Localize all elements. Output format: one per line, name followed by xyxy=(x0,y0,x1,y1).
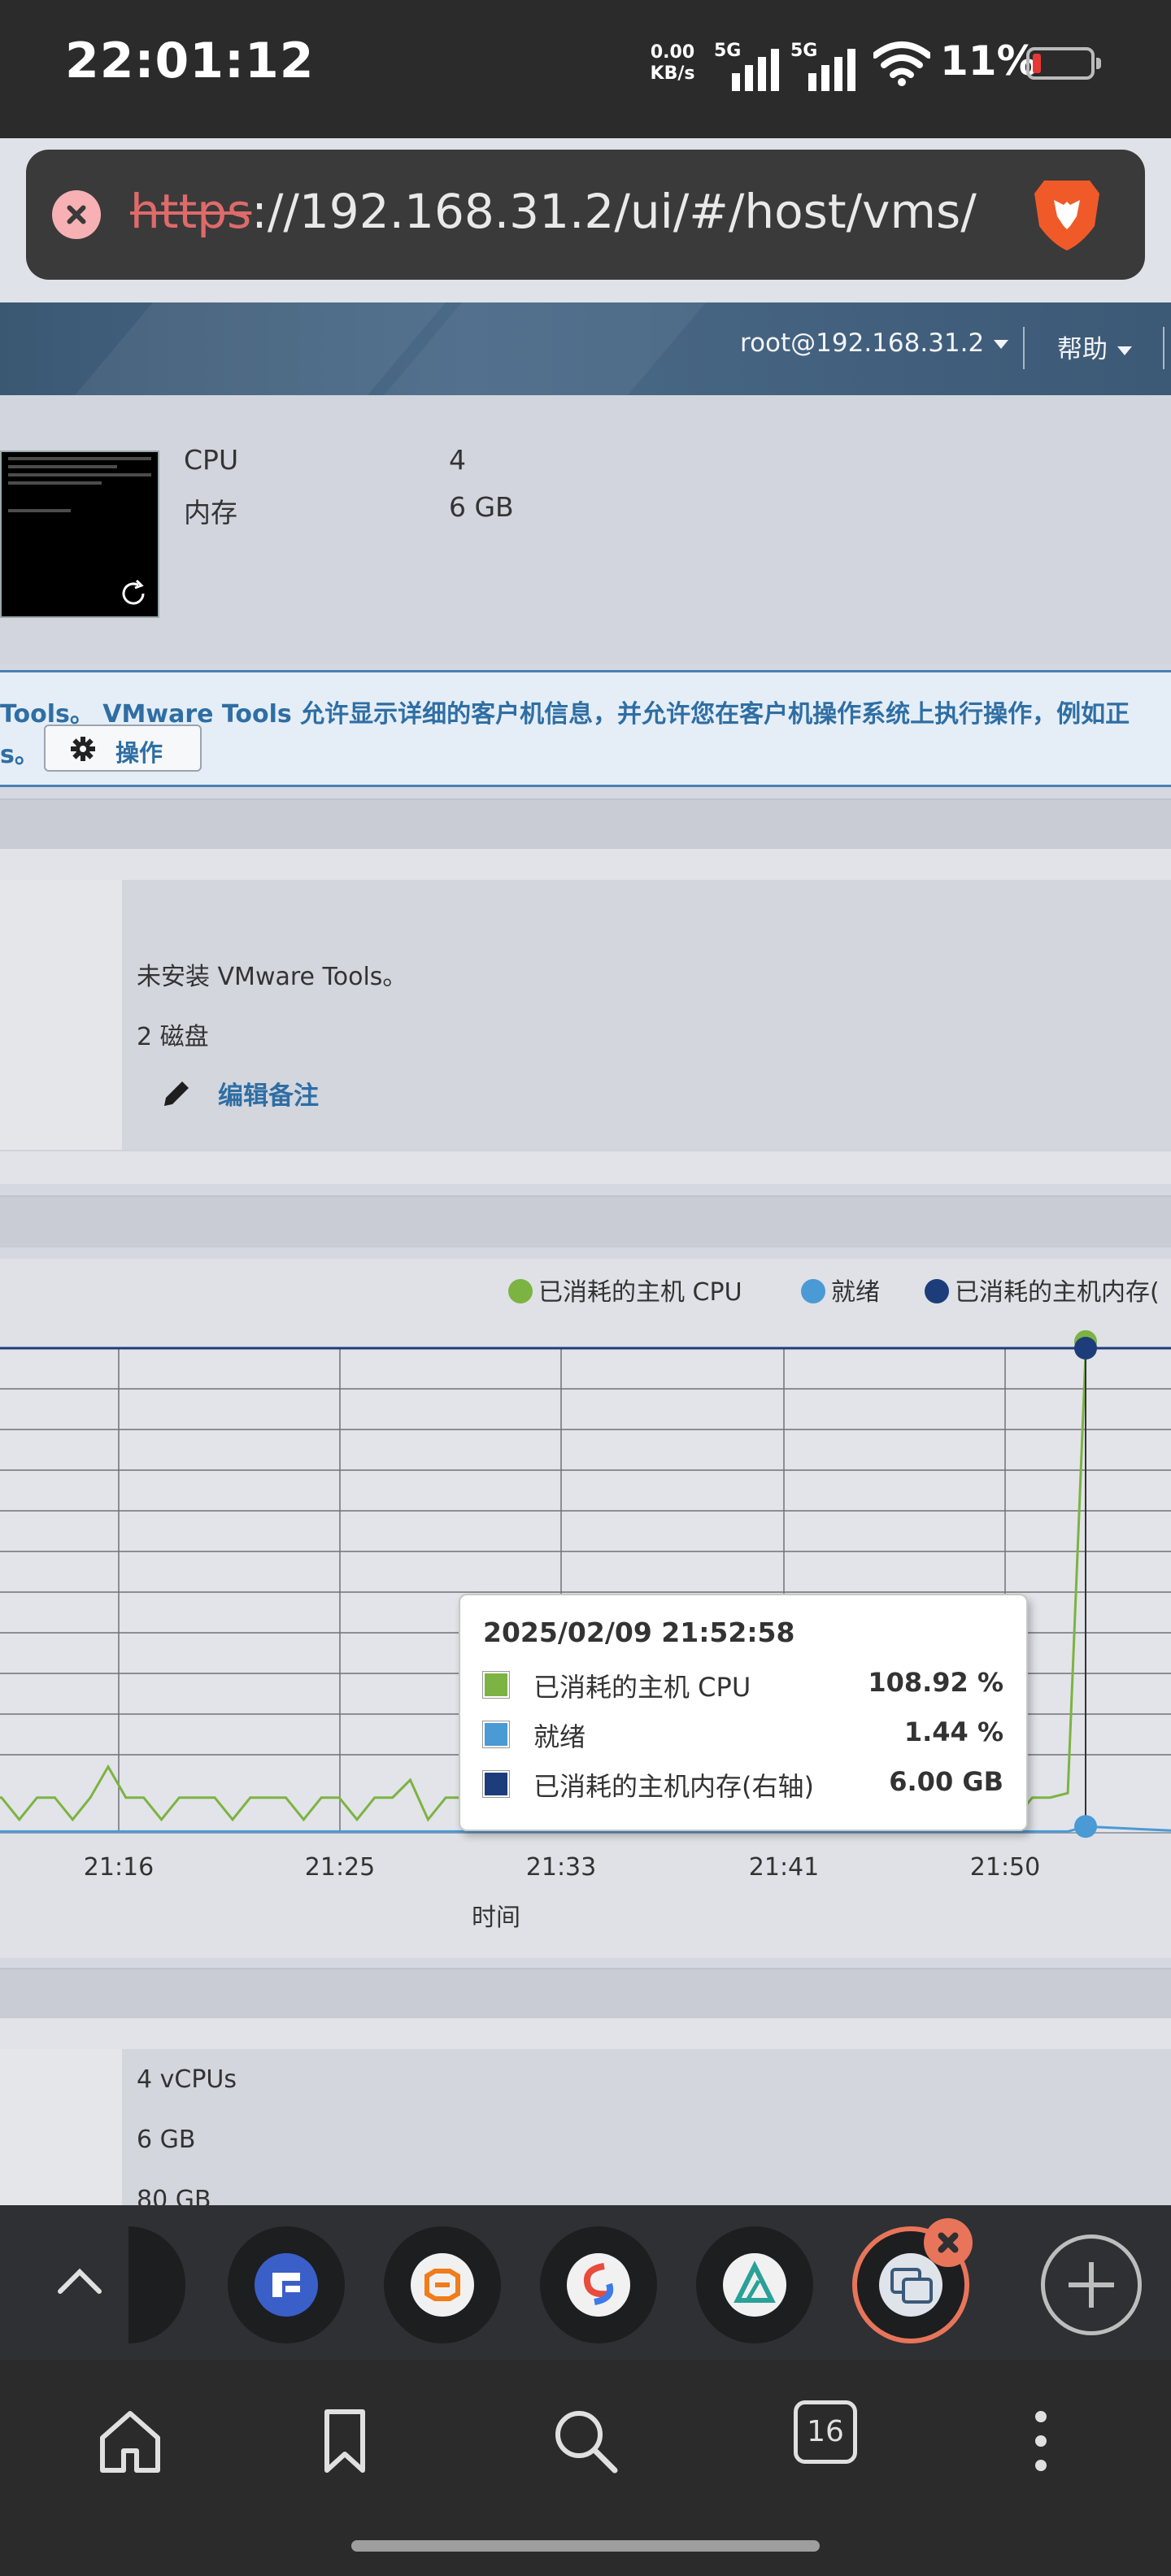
tab-thumbnail[interactable] xyxy=(540,2226,657,2343)
tab-thumbnail[interactable] xyxy=(228,2226,345,2343)
user-menu[interactable]: root@192.168.31.2 xyxy=(740,329,1009,358)
new-tab-button[interactable] xyxy=(1041,2234,1142,2335)
hardware-row: 4 vCPUs xyxy=(0,2049,1171,2111)
header-divider xyxy=(1163,327,1164,369)
section-header xyxy=(0,798,1171,851)
tab-thumbnail[interactable] xyxy=(384,2226,501,2343)
gear-icon xyxy=(71,737,95,761)
edit-notes-link[interactable]: 编辑备注 xyxy=(218,1075,319,1112)
x-tick-label: 21:33 xyxy=(526,1853,596,1882)
vmware-tools-banner: Tools。 VMware Tools 允许显示详细的客户机信息，并允许您在客户… xyxy=(0,670,1171,787)
legend-swatch xyxy=(482,1721,510,1748)
memory-label: 内存 xyxy=(184,497,237,529)
section-header xyxy=(0,1968,1171,2020)
x-axis-label: 时间 xyxy=(472,1904,520,1932)
more-menu-icon[interactable] xyxy=(1000,2400,1082,2482)
legend-label: 已消耗的主机 CPU xyxy=(538,1278,742,1307)
legend-marker xyxy=(508,1279,533,1303)
info-row: 未安装 VMware Tools。 xyxy=(0,940,1171,1002)
legend-label: 已消耗的主机内存( xyxy=(955,1278,1160,1307)
tooltip-timestamp: 2025/02/09 21:52:58 xyxy=(483,1617,795,1648)
tooltip-row-ready: 就绪 1.44 % xyxy=(482,1715,1003,1756)
esxi-header: root@192.168.31.2 帮助 xyxy=(0,302,1171,395)
brave-shields-icon[interactable] xyxy=(1030,176,1104,254)
hardware-row: 80 GB xyxy=(0,2169,1171,2205)
network-speed: 0.00 KB/s xyxy=(650,42,695,84)
tab-count-button[interactable]: 16 xyxy=(794,2400,857,2464)
wifi-icon xyxy=(873,41,930,86)
esxi-page: root@192.168.31.2 帮助 CPU 4 内存 6 GB Tools… xyxy=(0,302,1171,2205)
legend-marker xyxy=(925,1279,949,1303)
search-icon[interactable] xyxy=(545,2400,626,2482)
chart-tooltip: 2025/02/09 21:52:58 已消耗的主机 CPU 108.92 % … xyxy=(459,1594,1028,1831)
chevron-up-icon[interactable] xyxy=(54,2256,106,2308)
notes-row: 编辑备注 xyxy=(0,1060,1171,1151)
battery-icon xyxy=(1026,47,1101,80)
cpu-value: 4 xyxy=(449,444,466,476)
console-thumbnail[interactable] xyxy=(0,450,159,618)
battery-percent: 11% xyxy=(940,37,1038,85)
address-bar[interactable]: https://192.168.31.2/ui/#/host/vms/ xyxy=(26,150,1145,280)
vm-summary: CPU 4 内存 6 GB xyxy=(0,395,1171,664)
tab-thumbnail[interactable] xyxy=(696,2226,813,2343)
refresh-icon[interactable] xyxy=(117,577,150,610)
data-point-memory xyxy=(1074,1337,1097,1360)
help-menu[interactable]: 帮助 xyxy=(1057,329,1132,365)
memory-value: 6 GB xyxy=(449,491,514,523)
hardware-panel: 4 vCPUs 6 GB 80 GB xyxy=(0,2018,1171,2205)
info-row xyxy=(0,880,1171,942)
home-icon[interactable] xyxy=(89,2400,171,2482)
gesture-home-indicator xyxy=(351,2540,820,2552)
x-tick-label: 21:50 xyxy=(970,1853,1040,1882)
browser-bottom-nav: 16 xyxy=(0,2360,1171,2576)
legend-label: 就绪 xyxy=(831,1278,880,1307)
hardware-row: 6 GB xyxy=(0,2109,1171,2171)
tooltip-row-memory: 已消耗的主机内存(右轴) 6.00 GB xyxy=(482,1764,1003,1805)
pencil-icon[interactable] xyxy=(159,1077,194,1111)
cpu-label: CPU xyxy=(184,444,239,476)
x-tick-label: 21:25 xyxy=(305,1853,375,1882)
data-point-ready xyxy=(1074,1815,1097,1838)
performance-chart: 21:16 21:25 21:33 21:41 21:50 时间 已消耗的主机 CPU 就绪已… xyxy=(0,1259,1171,1958)
chevron-down-icon xyxy=(1117,346,1132,355)
actions-button[interactable]: 操作 xyxy=(44,724,202,772)
legend-swatch xyxy=(482,1671,510,1699)
tab-thumbnail[interactable] xyxy=(128,2226,185,2343)
tooltip-row-cpu: 已消耗的主机 CPU 108.92 % xyxy=(482,1665,1003,1706)
section-header xyxy=(0,1195,1171,1247)
tab-switcher xyxy=(0,2205,1171,2360)
close-tab-icon[interactable] xyxy=(924,2218,973,2267)
legend-swatch xyxy=(482,1770,510,1798)
status-bar: 22:01:12 0.00 KB/s 5G 5G 11% xyxy=(0,0,1171,138)
bookmark-icon[interactable] xyxy=(304,2400,385,2482)
header-divider xyxy=(1023,327,1025,369)
general-info-panel: 未安装 VMware Tools。 2 磁盘 编辑备注 xyxy=(0,849,1171,1184)
chevron-down-icon xyxy=(994,340,1009,349)
x-tick-label: 21:41 xyxy=(749,1853,819,1882)
banner-text-tail: s。 xyxy=(0,741,39,769)
insecure-connection-icon[interactable] xyxy=(52,190,101,239)
url-text[interactable]: https://192.168.31.2/ui/#/host/vms/ xyxy=(130,184,1025,239)
info-row: 2 磁盘 xyxy=(0,1000,1171,1062)
status-time: 22:01:12 xyxy=(65,33,315,89)
legend-marker xyxy=(801,1279,825,1303)
x-tick-label: 21:16 xyxy=(84,1853,154,1882)
